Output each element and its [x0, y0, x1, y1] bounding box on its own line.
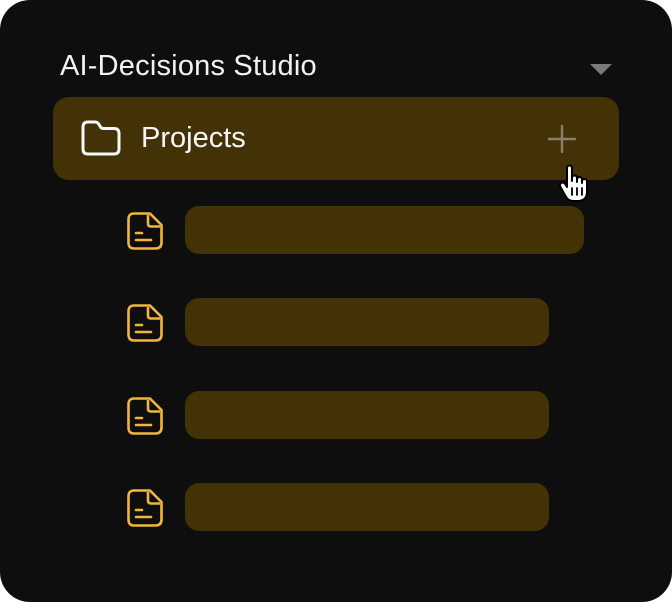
- document-title-placeholder[interactable]: [185, 483, 549, 531]
- list-item[interactable]: [0, 483, 672, 531]
- sidebar-item-label: Projects: [141, 122, 246, 154]
- caret-down-icon[interactable]: [590, 64, 612, 75]
- document-title-placeholder[interactable]: [185, 391, 549, 439]
- document-icon: [127, 212, 163, 250]
- list-item[interactable]: [0, 206, 672, 254]
- document-icon: [127, 397, 163, 435]
- document-title-placeholder[interactable]: [185, 298, 549, 346]
- document-title-placeholder[interactable]: [185, 206, 584, 254]
- workspace-title[interactable]: AI-Decisions Studio: [60, 46, 317, 86]
- document-icon: [127, 304, 163, 342]
- plus-icon[interactable]: [545, 122, 579, 156]
- sidebar-panel: AI-Decisions Studio Projects: [0, 0, 672, 602]
- sidebar-item-projects[interactable]: Projects: [53, 97, 619, 180]
- list-item[interactable]: [0, 298, 672, 346]
- folder-icon: [81, 120, 121, 156]
- document-icon: [127, 489, 163, 527]
- list-item[interactable]: [0, 391, 672, 439]
- hand-pointer-icon: [558, 164, 588, 202]
